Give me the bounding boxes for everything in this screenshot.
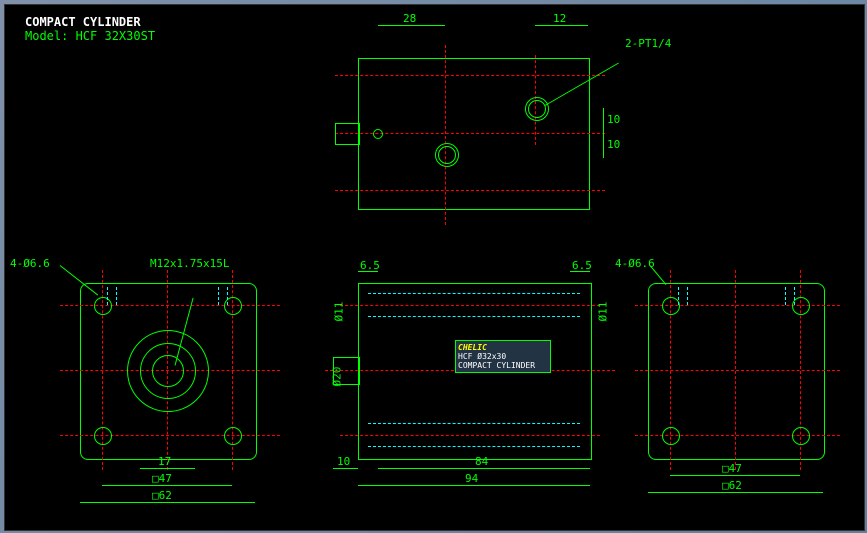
side-view: 6.5 6.5 Ø11 Ø11 Ø20 10 84 94 CHELIC HCF … (335, 265, 615, 525)
dim-17-line (140, 468, 195, 469)
dim-84-line (378, 468, 590, 469)
dim-65a: 6.5 (360, 259, 380, 272)
dim-47: □47 (152, 472, 172, 485)
front-view: 4-Ø6.6 M12x1.75x15L 17 □47 □62 (45, 265, 305, 525)
nameplate-line1: HCF Ø32x30 (458, 352, 506, 361)
dim-94: 94 (465, 472, 478, 485)
dim-28-line (378, 25, 445, 26)
cad-canvas: COMPACT CYLINDER Model: HCF 32X30ST 28 1… (4, 4, 865, 531)
dim-84: 84 (475, 455, 488, 468)
hidden-1 (107, 287, 117, 305)
dim-d20: Ø20 (330, 367, 343, 387)
top-outline (358, 58, 590, 210)
top-view: 28 12 2-PT1/4 10 10 (335, 35, 605, 225)
dim-28: 28 (403, 12, 416, 25)
drawing-title: COMPACT CYLINDER (25, 15, 141, 29)
rdim-62-line (648, 492, 823, 493)
centerline-h3 (335, 190, 605, 191)
dim-d11a: Ø11 (332, 302, 345, 322)
dim-12: 12 (553, 12, 566, 25)
fv-cl-h2 (60, 305, 280, 306)
port-circle-1b (438, 146, 456, 164)
dim-10a-line (603, 108, 604, 133)
small-hole (373, 129, 383, 139)
rdim-466: 4-Ø6.6 (615, 257, 655, 270)
dim-12-line (535, 25, 588, 26)
rear-view: 4-Ø6.6 □47 □62 (630, 265, 855, 525)
model-label: Model: HCF 32X30ST (25, 29, 155, 43)
hole-bl (94, 427, 112, 445)
dim-10b: 10 (607, 138, 620, 151)
dim-17: 17 (158, 455, 171, 468)
rhole-bl (662, 427, 680, 445)
slot-top (368, 293, 580, 317)
rdim-47-line (670, 475, 800, 476)
dim-m12: M12x1.75x15L (150, 257, 229, 270)
dim-466: 4-Ø6.6 (10, 257, 50, 270)
port-circle-2b (528, 100, 546, 118)
dim-10: 10 (337, 455, 350, 468)
dim-47-line (102, 485, 232, 486)
dim-d11b: Ø11 (596, 302, 609, 322)
hidden-2 (218, 287, 228, 305)
dim-10-line (333, 468, 358, 469)
centerline-h2 (335, 75, 605, 76)
dim-62-line (80, 502, 255, 503)
nameplate: CHELIC HCF Ø32x30 COMPACT CYLINDER (455, 340, 551, 373)
rod-stub (335, 123, 360, 145)
bore-inner (152, 355, 184, 387)
rleader-466 (650, 265, 667, 285)
dim-94-line (358, 485, 590, 486)
nameplate-line2: COMPACT CYLINDER (458, 361, 535, 370)
rv-cl-h (635, 370, 840, 371)
rdim-47: □47 (722, 462, 742, 475)
hole-br (224, 427, 242, 445)
dim-10a: 10 (607, 113, 620, 126)
centerline-v (445, 45, 446, 225)
dim-65b: 6.5 (572, 259, 592, 272)
leader-466 (60, 265, 98, 295)
rhid-2 (785, 287, 795, 305)
nameplate-brand: CHELIC (458, 343, 487, 352)
rdim-62: □62 (722, 479, 742, 492)
dim-2pt14: 2-PT1/4 (625, 37, 671, 50)
slot-bot (368, 423, 580, 447)
fv-cl-h3 (60, 435, 280, 436)
rhole-br (792, 427, 810, 445)
dim-10b-line (603, 133, 604, 158)
dim-62: □62 (152, 489, 172, 502)
rv-cl-v (735, 270, 736, 470)
rhid-1 (678, 287, 688, 305)
